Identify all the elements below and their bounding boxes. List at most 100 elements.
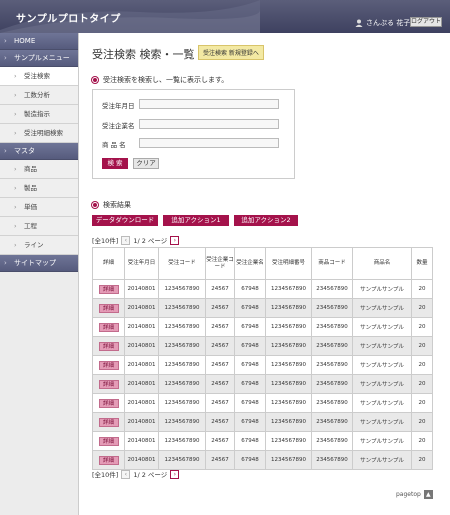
prev-page-button[interactable]: ‹ (121, 235, 131, 245)
sidebar-item-label: 商品 (24, 165, 37, 173)
cell-company-code: 24567 (205, 412, 235, 432)
cell-product-code: 234567890 (311, 431, 353, 451)
cell-company-code: 24567 (205, 393, 235, 413)
cell-order-date: 20140801 (124, 317, 159, 337)
sidebar-item-goods[interactable]: › 商品 (0, 160, 78, 179)
sidebar-item-order-detail-search[interactable]: › 受注明細検索 (0, 124, 78, 143)
cell-order-date: 20140801 (124, 393, 159, 413)
chevron-right-icon: › (4, 37, 7, 45)
order-date-input[interactable] (139, 99, 279, 109)
col-header-order-code: 受注コード (158, 247, 206, 280)
sidebar-item-man-hour-analysis[interactable]: › 工数分析 (0, 86, 78, 105)
chevron-right-icon: › (14, 165, 17, 173)
app-header: サンプルプロトタイプ さんぷる 花子 ログアウト (0, 0, 450, 33)
chevron-right-icon: › (4, 147, 7, 155)
new-registration-link[interactable]: 受注検索 新規登録へ (198, 45, 264, 60)
sidebar-item-home[interactable]: › HOME (0, 33, 78, 50)
col-header-order-date: 受注年月日 (124, 247, 159, 280)
detail-button[interactable]: 詳細 (98, 379, 119, 389)
user-info: さんぷる 花子 (355, 18, 410, 28)
cell-order-date: 20140801 (124, 336, 159, 356)
cell-product-name: サンプルサンプル (352, 355, 412, 375)
cell-order-date: 20140801 (124, 374, 159, 394)
sidebar-item-label: 工数分析 (24, 91, 50, 99)
prev-page-button[interactable]: ‹ (121, 469, 131, 479)
cell-product-name: サンプルサンプル (352, 393, 412, 413)
cell-order-date: 20140801 (124, 450, 159, 470)
sidebar-item-line[interactable]: › ライン (0, 236, 78, 255)
cell-product-code: 234567890 (311, 412, 353, 432)
user-name: さんぷる 花子 (366, 19, 411, 27)
next-page-button[interactable]: › (170, 469, 180, 479)
sidebar-item-sample-menu[interactable]: › サンプルメニュー (0, 50, 78, 67)
cell-detail: 詳細 (92, 374, 125, 394)
sidebar-item-master[interactable]: › マスタ (0, 143, 78, 160)
bullet-icon (92, 202, 98, 208)
cell-order-code: 1234567890 (158, 393, 206, 413)
pagetop-link[interactable]: pagetop ▲ (396, 490, 433, 499)
table-row: 詳細 20140801 1234567890 24567 67948 1234567890… (92, 431, 433, 451)
cell-quantity: 20 (411, 374, 433, 394)
search-button[interactable]: 検 索 (102, 158, 128, 169)
sidebar-item-label: サンプルメニュー (14, 54, 70, 62)
cell-company-code: 24567 (205, 374, 235, 394)
sidebar-item-sitemap[interactable]: › サイトマップ (0, 255, 78, 272)
cell-company-name: 67948 (234, 393, 266, 413)
detail-button[interactable]: 詳細 (98, 322, 119, 332)
chevron-right-icon: › (14, 91, 17, 99)
data-download-button[interactable]: データダウンロード (92, 215, 158, 226)
cell-company-name: 67948 (234, 431, 266, 451)
table-header-row: 詳細 受注年月日 受注コード 受注企業コード 受注企業名 受注明細番号 商品コー… (92, 247, 433, 280)
cell-product-name: サンプルサンプル (352, 336, 412, 356)
cell-product-name: サンプルサンプル (352, 412, 412, 432)
cell-company-name: 67948 (234, 298, 266, 318)
cell-order-code: 1234567890 (158, 298, 206, 318)
table-row: 詳細 20140801 1234567890 24567 67948 1234567890… (92, 355, 433, 375)
detail-button[interactable]: 詳細 (98, 436, 119, 446)
arrow-up-icon: ▲ (423, 490, 433, 499)
sidebar-item-manufacturing-order[interactable]: › 製造指示 (0, 105, 78, 124)
cell-product-code: 234567890 (311, 450, 353, 470)
clear-button[interactable]: クリア (133, 158, 159, 169)
detail-button[interactable]: 詳細 (98, 398, 119, 408)
cell-order-code: 1234567890 (158, 412, 206, 432)
logout-button[interactable]: ログアウト (410, 17, 442, 27)
cell-detail: 詳細 (92, 298, 125, 318)
additional-action-1-button[interactable]: 追加アクション1 (163, 215, 229, 226)
cell-product-name: サンプルサンプル (352, 317, 412, 337)
cell-product-code: 234567890 (311, 393, 353, 413)
cell-product-code: 234567890 (311, 279, 353, 299)
sidebar-item-order-search[interactable]: › 受注検索 (0, 67, 78, 86)
detail-button[interactable]: 詳細 (98, 284, 119, 294)
table-row: 詳細 20140801 1234567890 24567 67948 1234567890… (92, 317, 433, 337)
detail-button[interactable]: 詳細 (98, 360, 119, 370)
cell-company-name: 67948 (234, 336, 266, 356)
user-icon (355, 19, 363, 27)
sidebar-item-unit-price[interactable]: › 単価 (0, 198, 78, 217)
sidebar-item-process[interactable]: › 工程 (0, 217, 78, 236)
company-name-input[interactable] (139, 119, 279, 129)
chevron-right-icon: › (4, 54, 7, 62)
detail-button[interactable]: 詳細 (98, 455, 119, 465)
cell-detail: 詳細 (92, 279, 125, 299)
detail-button[interactable]: 詳細 (98, 341, 119, 351)
cell-detail-number: 1234567890 (265, 412, 312, 432)
cell-product-name: サンプルサンプル (352, 450, 412, 470)
cell-detail-number: 1234567890 (265, 355, 312, 375)
cell-quantity: 20 (411, 431, 433, 451)
cell-company-code: 24567 (205, 450, 235, 470)
next-page-button[interactable]: › (170, 235, 180, 245)
cell-company-code: 24567 (205, 355, 235, 375)
col-header-product-name: 商品名 (352, 247, 412, 280)
sidebar-item-products[interactable]: › 製品 (0, 179, 78, 198)
detail-button[interactable]: 詳細 (98, 303, 119, 313)
bullet-icon (92, 77, 98, 83)
table-row: 詳細 20140801 1234567890 24567 67948 1234567890… (92, 374, 433, 394)
additional-action-2-button[interactable]: 追加アクション2 (234, 215, 298, 226)
detail-button[interactable]: 詳細 (98, 417, 119, 427)
cell-product-code: 234567890 (311, 336, 353, 356)
cell-detail: 詳細 (92, 412, 125, 432)
product-name-input[interactable] (139, 138, 279, 148)
col-header-product-code: 商品コード (311, 247, 353, 280)
table-row: 詳細 20140801 1234567890 24567 67948 1234567890… (92, 450, 433, 470)
